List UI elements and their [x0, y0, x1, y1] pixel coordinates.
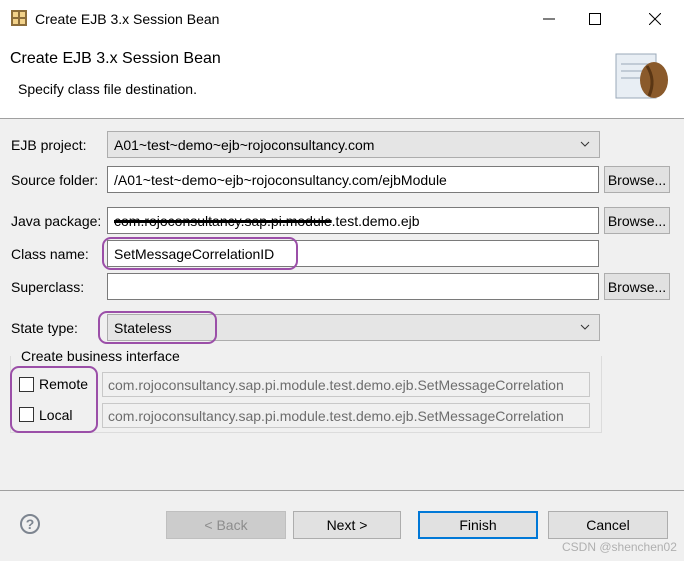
ejb-project-label: EJB project:: [11, 137, 87, 153]
local-interface-value: com.rojoconsultancy.sap.pi.module.test.d…: [108, 407, 564, 424]
local-interface-field: com.rojoconsultancy.sap.pi.module.test.d…: [102, 403, 590, 428]
superclass-browse-button[interactable]: Browse...: [604, 273, 670, 300]
java-package-label: Java package:: [11, 213, 102, 229]
maximize-button[interactable]: [572, 0, 618, 38]
session-bean-icon: [612, 48, 672, 104]
minimize-icon: [543, 18, 555, 20]
state-type-highlight: [98, 311, 217, 344]
chevron-down-icon: [580, 141, 590, 147]
interface-checkboxes-highlight: [10, 366, 98, 433]
remote-interface-value: com.rojoconsultancy.sap.pi.module.test.d…: [108, 376, 564, 393]
source-folder-browse-button[interactable]: Browse...: [604, 166, 670, 193]
source-folder-label: Source folder:: [11, 172, 99, 188]
chevron-down-icon: [580, 324, 590, 330]
watermark: CSDN @shenchen02: [562, 540, 677, 554]
class-name-highlight: [102, 237, 298, 270]
finish-button[interactable]: Finish: [418, 511, 538, 539]
close-button[interactable]: [632, 0, 678, 38]
superclass-field[interactable]: [107, 273, 599, 300]
java-package-browse-button[interactable]: Browse...: [604, 207, 670, 234]
superclass-label: Superclass:: [11, 279, 85, 295]
next-button[interactable]: Next >: [293, 511, 401, 539]
java-package-value: .test.demo.ejb: [331, 212, 420, 229]
source-folder-value: /A01~test~demo~ejb~rojoconsultancy.com/e…: [114, 171, 447, 188]
state-type-label: State type:: [11, 320, 78, 336]
java-package-redacted: com.rojoconsultancy.sap.pi.module: [114, 212, 332, 229]
page-subtitle: Specify class file destination.: [18, 81, 197, 97]
java-package-field[interactable]: com.rojoconsultancy.sap.pi.module .test.d…: [107, 207, 599, 234]
class-name-label: Class name:: [11, 246, 89, 262]
minimize-button[interactable]: [526, 0, 572, 38]
app-icon: [10, 9, 28, 27]
remote-interface-field: com.rojoconsultancy.sap.pi.module.test.d…: [102, 372, 590, 397]
footer-separator: [0, 490, 684, 491]
back-button[interactable]: < Back: [166, 511, 286, 539]
ejb-project-value: A01~test~demo~ejb~rojoconsultancy.com: [114, 136, 375, 153]
window-title: Create EJB 3.x Session Bean: [35, 11, 220, 27]
close-icon: [649, 13, 661, 25]
help-icon[interactable]: ?: [20, 514, 40, 534]
maximize-icon: [589, 13, 601, 25]
cancel-button[interactable]: Cancel: [548, 511, 668, 539]
page-title: Create EJB 3.x Session Bean: [10, 50, 221, 67]
ejb-project-combo[interactable]: A01~test~demo~ejb~rojoconsultancy.com: [107, 131, 600, 158]
business-interface-legend: Create business interface: [20, 348, 181, 364]
source-folder-field[interactable]: /A01~test~demo~ejb~rojoconsultancy.com/e…: [107, 166, 599, 193]
